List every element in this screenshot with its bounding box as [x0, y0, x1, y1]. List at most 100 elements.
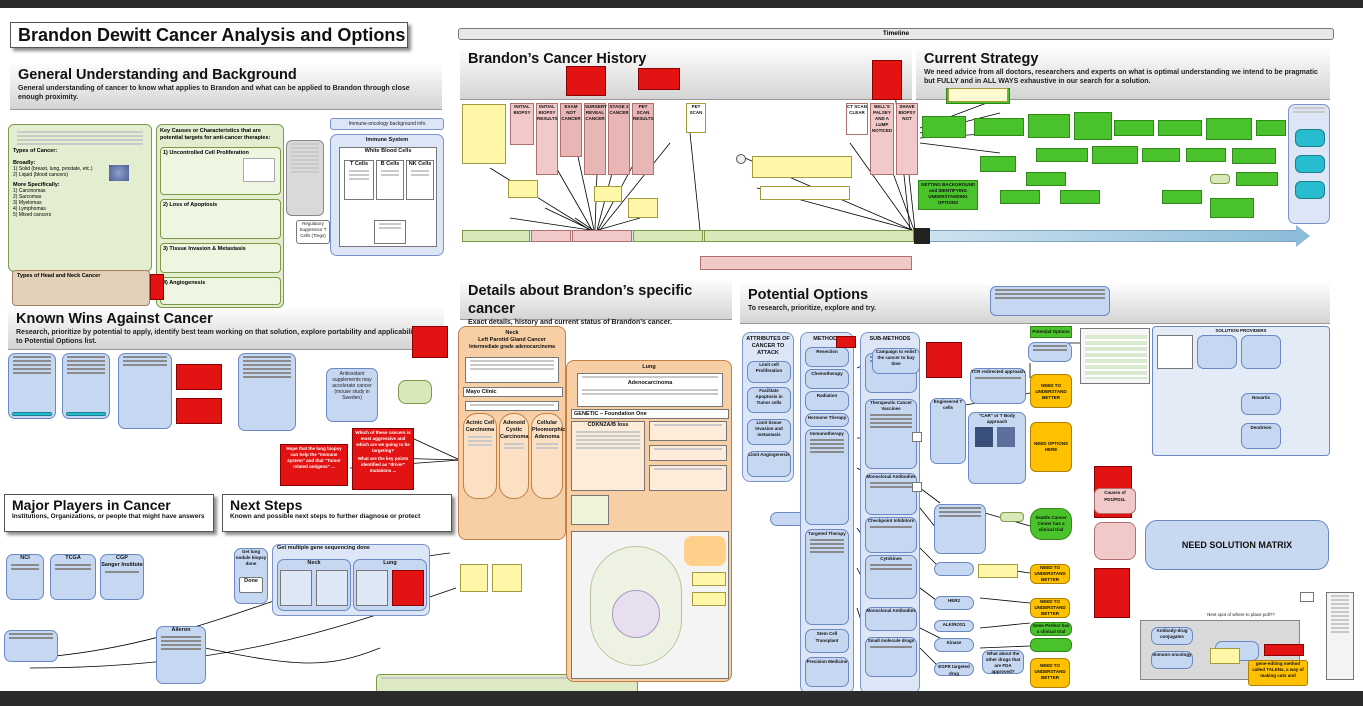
- option-card[interactable]: [1028, 342, 1072, 362]
- method-card[interactable]: Targeted Therapy: [805, 529, 849, 625]
- link-bar[interactable]: [12, 412, 52, 416]
- history-note-yellow[interactable]: [508, 180, 538, 198]
- strategy-node[interactable]: [1000, 190, 1040, 204]
- attributes-column[interactable]: ATTRIBUTES OF CANCER TO ATTACK Limit cel…: [742, 332, 794, 482]
- strategy-node[interactable]: [980, 156, 1016, 172]
- attribute-card[interactable]: Limit Angiogenesis: [747, 451, 791, 477]
- red-note[interactable]: [872, 60, 902, 100]
- history-event[interactable]: EXAM NOT CANCER: [560, 103, 582, 157]
- strategy-node[interactable]: [1158, 120, 1202, 136]
- timeline-segment[interactable]: [531, 230, 571, 242]
- red-note[interactable]: [566, 66, 606, 96]
- her2-card[interactable]: HER2: [934, 596, 974, 610]
- mayo-clinic-box[interactable]: Mayo Clinic: [463, 387, 563, 397]
- genetic-box[interactable]: GENETIC – Foundation One: [571, 409, 729, 419]
- known-win-card[interactable]: [118, 353, 172, 429]
- need-options-node[interactable]: NEED OPTIONS HERE: [1030, 422, 1072, 472]
- teal-button[interactable]: [1295, 181, 1325, 199]
- details-note[interactable]: [492, 564, 522, 592]
- background-notes-card[interactable]: [286, 140, 324, 216]
- clinical-trial-node[interactable]: [1030, 638, 1072, 652]
- red-note[interactable]: [638, 68, 680, 90]
- pathway-note[interactable]: [692, 592, 726, 606]
- subtype-card[interactable]: Cellular Pleomorphic Adenoma: [531, 413, 565, 499]
- attribute-card[interactable]: Limit cell Proliferation: [747, 361, 791, 383]
- strategy-note[interactable]: [948, 88, 1008, 102]
- strategy-node[interactable]: [1074, 112, 1112, 140]
- need-understand-node[interactable]: NEED TO UNDERSTAND BETTER: [1030, 374, 1072, 408]
- strategy-side-note[interactable]: [1210, 174, 1230, 184]
- history-note-yellow[interactable]: [462, 104, 506, 164]
- gene-seq-item[interactable]: [316, 570, 348, 606]
- neck-detail-box[interactable]: [465, 401, 559, 411]
- options-note-green[interactable]: [1000, 512, 1024, 522]
- provider-card[interactable]: [1197, 335, 1237, 369]
- red-note[interactable]: [176, 398, 222, 424]
- red-note[interactable]: [926, 342, 962, 378]
- options-note[interactable]: [978, 564, 1018, 578]
- history-event[interactable]: PET SCAN RESULTS: [632, 103, 654, 175]
- lung-diagnosis-box[interactable]: Adenocarcinoma: [577, 373, 723, 407]
- sub-method-card[interactable]: Therapeutic Cancer Vaccines: [865, 399, 917, 469]
- sub-method-card[interactable]: Monoclonal Antibodies: [865, 607, 917, 631]
- gene-seq-red-item[interactable]: [392, 570, 424, 606]
- red-note-question[interactable]: Hope that the lung biopsy can help the "…: [280, 444, 348, 486]
- timeline-note[interactable]: [700, 256, 912, 270]
- alk-card[interactable]: ALK/ROS1: [934, 620, 974, 632]
- known-win-card[interactable]: [238, 353, 296, 431]
- egfr-card[interactable]: EGFR targeted drug: [934, 662, 974, 676]
- strategy-node[interactable]: [1028, 114, 1070, 138]
- solution-providers-table[interactable]: [1080, 328, 1150, 384]
- car-t-card[interactable]: "CAR" or T Body approach: [968, 412, 1026, 484]
- next-step-gene-seq[interactable]: Get multiple gene sequencing done Neck L…: [272, 544, 430, 616]
- head-neck-types-panel[interactable]: Types of Head and Neck Cancer: [12, 270, 150, 306]
- provider-card[interactable]: [1157, 335, 1193, 369]
- known-win-card[interactable]: [8, 353, 56, 419]
- strategy-node[interactable]: [1256, 120, 1286, 136]
- red-note[interactable]: [150, 274, 164, 300]
- causes-pd1-card[interactable]: Causes of PD1/PD1L: [1094, 488, 1136, 514]
- strategy-node[interactable]: [974, 118, 1024, 136]
- potential-options-node[interactable]: Potential Options: [1030, 326, 1072, 338]
- types-of-cancer-panel[interactable]: Types of Cancer: Broadly: 1) Solid (brea…: [8, 124, 152, 272]
- history-note-yellow[interactable]: [760, 186, 850, 200]
- notes-column[interactable]: [1326, 592, 1354, 680]
- history-event[interactable]: INITIAL BIOPSY RESULTS: [536, 103, 558, 175]
- gene-seq-lung[interactable]: Lung: [353, 559, 427, 611]
- timeline-segment[interactable]: [633, 230, 703, 242]
- player-card-aileron[interactable]: Aileron: [156, 626, 206, 684]
- player-card-cgp[interactable]: CGP Sanger Institute: [100, 554, 144, 600]
- cause-card[interactable]: 4) Angiogenesis: [160, 277, 281, 305]
- option-card[interactable]: [934, 562, 974, 576]
- red-note[interactable]: [836, 336, 856, 348]
- known-win-card[interactable]: Antioxidant supplements may accelerate c…: [326, 368, 378, 422]
- teal-button[interactable]: [1295, 155, 1325, 173]
- sub-method-card[interactable]: Cytokines: [865, 555, 917, 599]
- subtype-card[interactable]: Adenoid Cystic Carcinoma: [499, 413, 529, 499]
- timeline-segment[interactable]: [704, 230, 914, 242]
- player-card[interactable]: [4, 630, 58, 662]
- genetic-detail-box[interactable]: [649, 421, 727, 441]
- regulatory-t-cells-box[interactable]: Regulatory Suppressor T Cells (Tregs): [296, 220, 330, 244]
- option-card-pink[interactable]: [1094, 522, 1136, 560]
- small-note[interactable]: [1300, 592, 1314, 602]
- red-note-question[interactable]: Which of these cancers is most aggressiv…: [352, 428, 414, 490]
- method-card[interactable]: Hormone Therapy: [805, 413, 849, 427]
- method-card[interactable]: Resection: [805, 347, 849, 367]
- cdkn2ab-box[interactable]: CDKN2A/B loss: [571, 421, 645, 491]
- cause-card[interactable]: 1) Uncontrolled Cell Proliferation: [160, 147, 281, 195]
- nk-cells-box[interactable]: NK Cells: [406, 160, 434, 200]
- strategy-node[interactable]: [1206, 118, 1252, 140]
- gene-seq-neck[interactable]: Neck: [277, 559, 351, 611]
- novartis-card[interactable]: Novartis: [1241, 393, 1281, 415]
- key-causes-panel[interactable]: Key Causes or Characteristics that are p…: [156, 124, 284, 308]
- solution-providers-panel[interactable]: SOLUTION PROVIDERS Novartis Dendreon: [1152, 326, 1330, 456]
- strategy-node[interactable]: [1162, 190, 1202, 204]
- pathway-note[interactable]: [692, 572, 726, 586]
- methods-column[interactable]: METHODS Resection Chemotherapy Radiation…: [800, 332, 854, 691]
- strategy-node[interactable]: [1060, 190, 1100, 204]
- method-card[interactable]: Radiation: [805, 391, 849, 411]
- method-card[interactable]: Stem Cell Transplant: [805, 629, 849, 653]
- dendritic-cells-box[interactable]: [374, 220, 406, 244]
- provider-card[interactable]: [1241, 335, 1281, 369]
